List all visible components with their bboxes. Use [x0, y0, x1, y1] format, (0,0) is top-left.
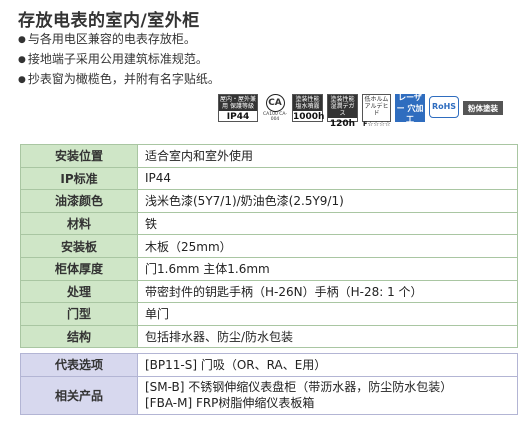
salt-spray-1000h-icon: 塗装性能 塩水噴霧 1000h	[292, 94, 325, 122]
table-row: 门型 单门	[20, 302, 518, 326]
related-product-link[interactable]: [SM-B] 不锈钢伸缩仪表盘柜（带沥水器，防尘防水包装）	[145, 379, 510, 395]
option-link[interactable]: [BP11-S] 门吸（OR、RA、E用）	[145, 357, 510, 373]
spec-value: 铁	[137, 211, 518, 236]
spec-label: 油漆颜色	[20, 189, 138, 213]
ip44-icon: 屋内・屋外兼用 保護等級 IP44	[218, 94, 258, 122]
spec-label: IP标准	[20, 166, 138, 191]
low-formaldehyde-icon: 低ホルム アルデヒド F☆☆☆☆	[362, 94, 391, 128]
laser-drilling-icon: レーザー 穴加工	[395, 92, 425, 124]
spec-label: 安装位置	[20, 144, 138, 168]
page-title: 存放电表的室内/室外柜	[18, 11, 200, 31]
table-row: 柜体厚度 门1.6mm 主体1.6mm	[20, 256, 518, 281]
ca-mark-icon: CA CA100 CA-004	[262, 94, 288, 122]
spec-value: 浅米色漆(5Y7/1)/奶油色漆(2.5Y9/1)	[137, 189, 518, 213]
spec-label: 材料	[20, 211, 138, 236]
spec-table: 安装位置 适合室内和室外使用 IP标准 IP44 油漆颜色 浅米色漆(5Y7/1…	[20, 144, 518, 349]
spec-label: 安装板	[20, 234, 138, 258]
feature-list: 与各用电区兼容的电表存放柜。 接地端子采用公用建筑标准规范。 抄表窗为橄榄色，并…	[18, 30, 220, 90]
table-row: IP标准 IP44	[20, 166, 518, 191]
table-row: 处理 带密封件的钥匙手柄（H-26N）手柄（H-28: 1 个）	[20, 279, 518, 304]
spec-value: 木板（25mm）	[137, 234, 518, 258]
spec-value: IP44	[137, 166, 518, 191]
related-product-link[interactable]: [FBA-M] FRP树脂伸缩仪表板箱	[145, 395, 510, 411]
option-value: [BP11-S] 门吸（OR、RA、E用）	[137, 353, 518, 377]
spec-value: 单门	[137, 302, 518, 326]
table-row: 油漆颜色 浅米色漆(5Y7/1)/奶油色漆(2.5Y9/1)	[20, 189, 518, 213]
table-row: 相关产品 [SM-B] 不锈钢伸缩仪表盘柜（带沥水器，防尘防水包装） [FBA-…	[20, 375, 518, 415]
spec-value: 带密封件的钥匙手柄（H-26N）手柄（H-28: 1 个）	[137, 279, 518, 304]
option-value: [SM-B] 不锈钢伸缩仪表盘柜（带沥水器，防尘防水包装） [FBA-M] FR…	[137, 375, 518, 415]
humidity-120h-icon: 塗装性能 湿潤デガス 120h	[327, 94, 358, 129]
rohs-icon: RoHS	[429, 96, 459, 118]
spec-label: 结构	[20, 324, 138, 349]
spec-value: 门1.6mm 主体1.6mm	[137, 256, 518, 281]
option-label: 代表选项	[20, 353, 138, 377]
powder-coating-icon: 粉体塗装	[463, 101, 503, 115]
feature-item: 与各用电区兼容的电表存放柜。	[18, 30, 220, 50]
options-table: 代表选项 [BP11-S] 门吸（OR、RA、E用） 相关产品 [SM-B] 不…	[20, 353, 518, 415]
spec-label: 处理	[20, 279, 138, 304]
table-row: 安装板 木板（25mm）	[20, 234, 518, 258]
table-row: 安装位置 适合室内和室外使用	[20, 144, 518, 168]
certification-icons: 屋内・屋外兼用 保護等級 IP44 CA CA100 CA-004 塗装性能 塩…	[218, 92, 503, 129]
spec-value: 包括排水器、防尘/防水包装	[137, 324, 518, 349]
feature-item: 接地端子采用公用建筑标准规范。	[18, 50, 220, 70]
table-row: 代表选项 [BP11-S] 门吸（OR、RA、E用）	[20, 353, 518, 377]
table-row: 材料 铁	[20, 211, 518, 236]
table-row: 结构 包括排水器、防尘/防水包装	[20, 324, 518, 349]
feature-item: 抄表窗为橄榄色，并附有名字贴纸。	[18, 70, 220, 90]
spec-label: 柜体厚度	[20, 256, 138, 281]
spec-value: 适合室内和室外使用	[137, 144, 518, 168]
option-label: 相关产品	[20, 375, 138, 415]
spec-label: 门型	[20, 302, 138, 326]
